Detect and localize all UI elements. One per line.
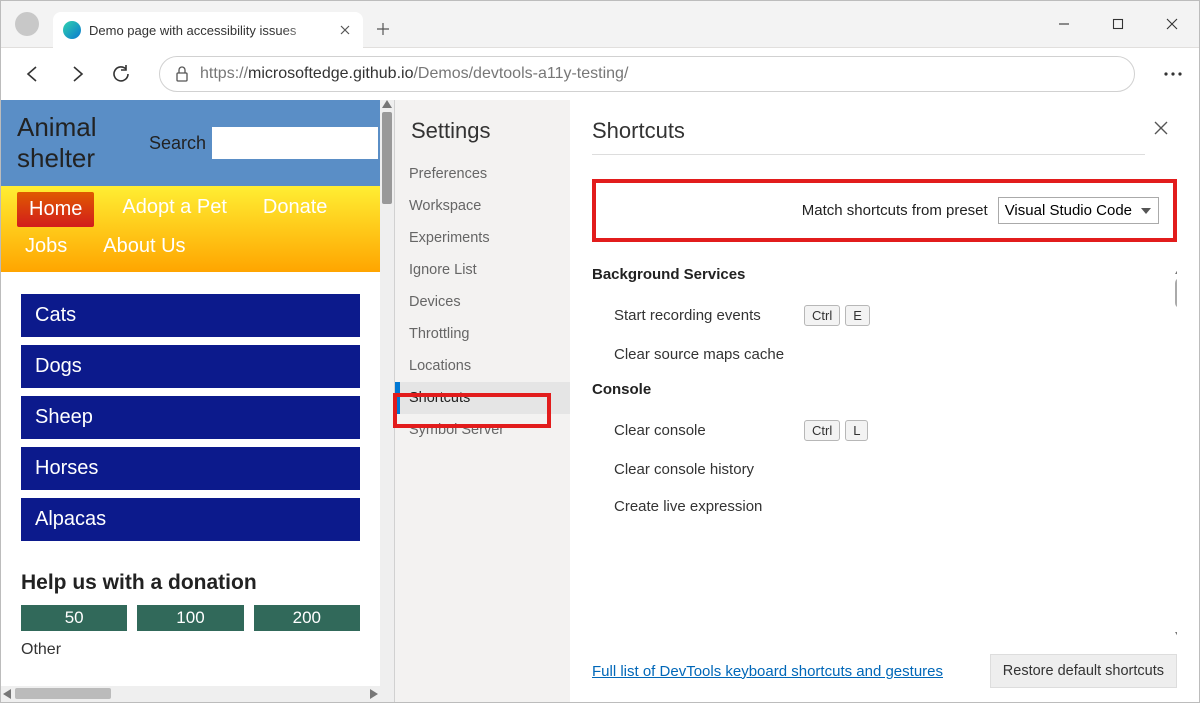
search-input[interactable] (212, 127, 378, 159)
browser-menu-button[interactable] (1153, 54, 1193, 94)
shortcut-label: Clear console history (614, 461, 804, 478)
nav-donate[interactable]: Donate (255, 192, 336, 227)
shortcuts-vertical-scrollbar[interactable] (1173, 266, 1177, 640)
settings-item-preferences[interactable]: Preferences (395, 158, 570, 190)
shortcut-label: Create live expression (614, 498, 804, 515)
tab-title: Demo page with accessibility issues (89, 23, 329, 38)
window-controls (1037, 1, 1199, 47)
settings-footer: Full list of DevTools keyboard shortcuts… (592, 640, 1177, 688)
content-area: Animal shelter Search Home Adopt a Pet D… (1, 100, 1199, 702)
shortcut-keys: Ctrl L (804, 420, 868, 441)
minimize-button[interactable] (1037, 1, 1091, 47)
settings-sidebar: Settings Preferences Workspace Experimen… (395, 100, 570, 702)
nav-about[interactable]: About Us (95, 231, 193, 262)
shortcut-keys: Ctrl E (804, 305, 870, 326)
shortcut-row: Clear console Ctrl L (592, 410, 1177, 451)
full-list-link[interactable]: Full list of DevTools keyboard shortcuts… (592, 663, 943, 680)
donation-options: 50 100 200 (21, 605, 360, 631)
donation-50[interactable]: 50 (21, 605, 127, 631)
page-vertical-scrollbar[interactable] (380, 100, 394, 686)
settings-page-title: Shortcuts (592, 118, 1145, 155)
page-viewport: Animal shelter Search Home Adopt a Pet D… (1, 100, 395, 702)
settings-item-throttling[interactable]: Throttling (395, 318, 570, 350)
lock-icon (174, 65, 190, 83)
settings-item-ignore-list[interactable]: Ignore List (395, 254, 570, 286)
kbd: E (845, 305, 870, 326)
animal-item[interactable]: Sheep (21, 396, 360, 439)
nav-home[interactable]: Home (17, 192, 94, 227)
maximize-button[interactable] (1091, 1, 1145, 47)
settings-item-symbol-server[interactable]: Symbol Server (395, 414, 570, 446)
profile-avatar[interactable] (1, 1, 53, 47)
settings-item-locations[interactable]: Locations (395, 350, 570, 382)
chevron-down-icon (1140, 207, 1152, 215)
animal-item[interactable]: Dogs (21, 345, 360, 388)
page-main: Cats Dogs Sheep Horses Alpacas Help us w… (1, 272, 380, 665)
new-tab-button[interactable] (363, 11, 403, 47)
search-form: Search (149, 127, 378, 159)
edge-favicon (63, 21, 81, 39)
animal-item[interactable]: Horses (21, 447, 360, 490)
nav-adopt[interactable]: Adopt a Pet (114, 192, 235, 227)
animal-item[interactable]: Cats (21, 294, 360, 337)
kbd: L (845, 420, 868, 441)
settings-close-button[interactable] (1145, 112, 1177, 144)
back-button[interactable] (13, 54, 53, 94)
kbd: Ctrl (804, 305, 840, 326)
section-console: Console (592, 381, 1177, 398)
shortcut-label: Clear console (614, 422, 804, 439)
page-horizontal-scrollbar[interactable] (1, 686, 394, 702)
kbd: Ctrl (804, 420, 840, 441)
settings-content: Shortcuts Match shortcuts from preset Vi… (570, 100, 1199, 702)
settings-nav: Preferences Workspace Experiments Ignore… (395, 158, 570, 446)
shortcut-row: Create live expression (592, 488, 1177, 525)
url-text: https://microsoftedge.github.io/Demos/de… (200, 65, 628, 83)
titlebar: Demo page with accessibility issues (1, 1, 1199, 48)
shortcut-row: Start recording events Ctrl E (592, 295, 1177, 336)
donation-100[interactable]: 100 (137, 605, 243, 631)
shortcut-row: Clear console history (592, 451, 1177, 488)
nav-jobs[interactable]: Jobs (17, 231, 75, 262)
shortcut-list: Background Services Start recording even… (592, 266, 1177, 640)
shortcut-row: Clear source maps cache (592, 336, 1177, 373)
refresh-button[interactable] (101, 54, 141, 94)
shortcut-label: Clear source maps cache (614, 346, 804, 363)
tab-close-button[interactable] (337, 22, 353, 38)
animal-item[interactable]: Alpacas (21, 498, 360, 541)
settings-item-shortcuts[interactable]: Shortcuts (395, 382, 570, 414)
restore-defaults-button[interactable]: Restore default shortcuts (990, 654, 1177, 688)
settings-item-devices[interactable]: Devices (395, 286, 570, 318)
devtools-panel: Settings Preferences Workspace Experimen… (395, 100, 1199, 702)
address-bar[interactable]: https://microsoftedge.github.io/Demos/de… (159, 56, 1135, 92)
settings-title: Settings (395, 114, 570, 158)
browser-toolbar: https://microsoftedge.github.io/Demos/de… (1, 48, 1199, 100)
browser-window: Demo page with accessibility issues http… (0, 0, 1200, 703)
annotation-highlight-preset: Match shortcuts from preset Visual Studi… (592, 179, 1177, 242)
section-background-services: Background Services (592, 266, 1177, 283)
main-nav: Home Adopt a Pet Donate Jobs About Us (1, 186, 394, 272)
site-heading: Animal shelter (17, 112, 107, 174)
shortcut-label: Start recording events (614, 307, 804, 324)
close-window-button[interactable] (1145, 1, 1199, 47)
browser-tab[interactable]: Demo page with accessibility issues (53, 12, 363, 48)
settings-item-experiments[interactable]: Experiments (395, 222, 570, 254)
animal-list: Cats Dogs Sheep Horses Alpacas (21, 294, 360, 541)
forward-button[interactable] (57, 54, 97, 94)
page-header: Animal shelter Search (1, 100, 394, 186)
preset-select[interactable]: Visual Studio Code (998, 197, 1159, 224)
preset-label: Match shortcuts from preset (802, 202, 988, 219)
donation-heading: Help us with a donation (21, 571, 360, 595)
donation-200[interactable]: 200 (254, 605, 360, 631)
search-label: Search (149, 133, 206, 154)
settings-item-workspace[interactable]: Workspace (395, 190, 570, 222)
preset-value: Visual Studio Code (1005, 202, 1132, 219)
donation-other-label: Other (21, 641, 360, 659)
